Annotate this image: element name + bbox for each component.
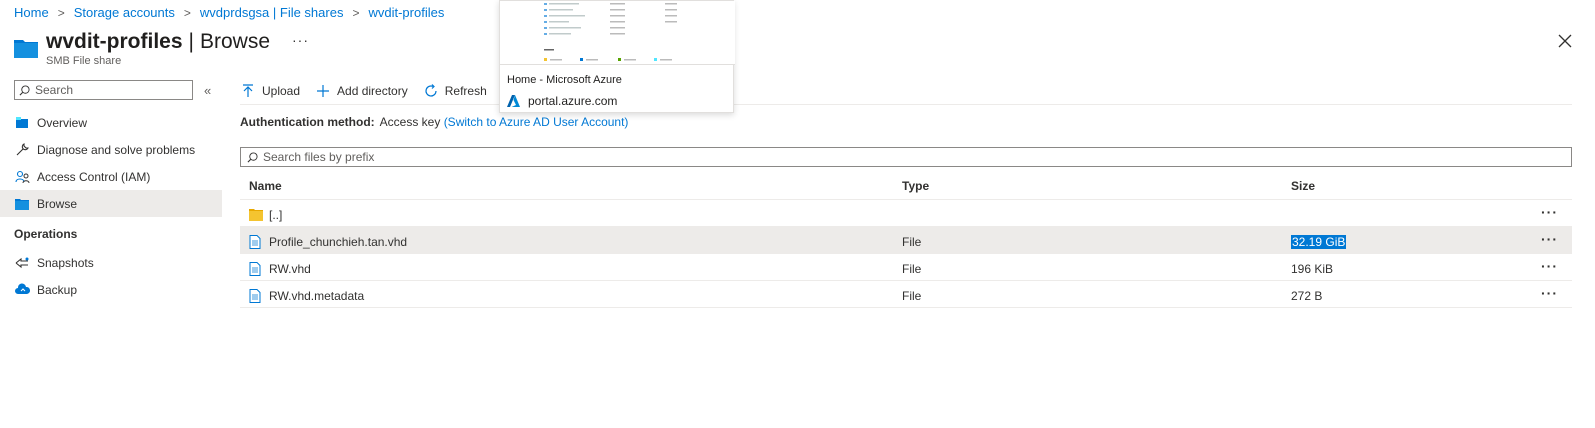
backup-cloud-icon: [14, 282, 30, 298]
popup-title: Home - Microsoft Azure: [507, 74, 622, 86]
breadcrumb: Home > Storage accounts > wvdprdsgsa | F…: [14, 5, 444, 20]
row-size: 272 B: [1291, 289, 1323, 303]
table-row[interactable]: [..] ···: [240, 200, 1572, 227]
row-name[interactable]: RW.vhd: [269, 262, 311, 276]
collapse-icon[interactable]: «: [204, 83, 211, 98]
sidebar-item-overview[interactable]: Overview: [0, 109, 222, 136]
folder-icon: [14, 196, 30, 212]
sidebar-search[interactable]: [14, 80, 193, 100]
add-directory-label: Add directory: [337, 84, 408, 98]
refresh-label: Refresh: [444, 84, 487, 98]
sidebar-search-input[interactable]: [35, 83, 185, 97]
more-options-icon[interactable]: ···: [1541, 231, 1558, 247]
row-name[interactable]: RW.vhd.metadata: [269, 289, 364, 303]
refresh-icon: [423, 83, 439, 99]
row-size: 196 KiB: [1291, 262, 1334, 276]
name-cell: RW.vhd: [249, 262, 311, 276]
sidebar-item-label: Overview: [37, 115, 88, 130]
page-subtitle: SMB File share: [46, 55, 122, 67]
name-cell: Profile_chunchieh.tan.vhd: [249, 235, 407, 249]
row-size-highlighted: 32.19 GiB: [1291, 235, 1347, 249]
row-name[interactable]: [..]: [269, 208, 282, 222]
sidebar-nav: Overview Diagnose and solve problems Acc…: [0, 109, 222, 303]
sidebar-item-label: Access Control (IAM): [37, 169, 151, 184]
sidebar-item-backup[interactable]: Backup: [0, 276, 222, 303]
page-thumbnail: [500, 1, 735, 65]
overview-icon: [14, 115, 30, 131]
row-type: File: [902, 235, 922, 249]
table-row[interactable]: RW.vhd.metadata File 272 B ···: [240, 281, 1572, 308]
refresh-button[interactable]: Refresh: [423, 83, 487, 99]
table-header: Name Type Size: [240, 170, 1572, 200]
name-cell: RW.vhd.metadata: [249, 289, 364, 303]
add-directory-button[interactable]: Add directory: [315, 83, 408, 99]
popup-url-row: portal.azure.com: [507, 94, 617, 108]
page-subtitle-right: Browse: [199, 30, 271, 53]
auth-method: Authentication method: Access key (Switch…: [240, 115, 628, 129]
close-icon[interactable]: [1557, 33, 1573, 49]
more-options-icon[interactable]: ···: [1541, 204, 1558, 220]
prefix-search[interactable]: [240, 147, 1572, 167]
popup-url: portal.azure.com: [528, 94, 618, 108]
folder-icon: [249, 208, 263, 222]
breadcrumb-storage-accounts[interactable]: Storage accounts: [74, 5, 175, 20]
table-row[interactable]: Profile_chunchieh.tan.vhd File 32.19 GiB…: [240, 227, 1572, 254]
more-options-icon[interactable]: ···: [292, 32, 309, 48]
chevron-right-icon: >: [57, 5, 65, 20]
file-icon: [249, 262, 263, 276]
name-cell: [..]: [249, 208, 282, 222]
row-type: File: [902, 289, 922, 303]
sidebar-section-operations: Operations: [14, 227, 78, 241]
snapshot-icon: [14, 255, 30, 271]
sidebar-item-browse[interactable]: Browse: [0, 190, 222, 217]
upload-button[interactable]: Upload: [240, 83, 300, 99]
breadcrumb-home[interactable]: Home: [14, 5, 49, 20]
search-icon: [247, 151, 258, 162]
column-header-type[interactable]: Type: [902, 179, 929, 193]
prefix-search-input[interactable]: [263, 150, 1543, 164]
page-header: wvdit-profiles | Browse ··· SMB File sha…: [14, 30, 309, 67]
title-separator: |: [188, 30, 194, 53]
sidebar-item-label: Diagnose and solve problems: [37, 142, 196, 157]
upload-label: Upload: [262, 84, 301, 98]
people-icon: [14, 169, 30, 185]
table-row[interactable]: RW.vhd File 196 KiB ···: [240, 254, 1572, 281]
tab-preview-popup[interactable]: Home - Microsoft Azure portal.azure.com: [499, 0, 735, 113]
sidebar-item-iam[interactable]: Access Control (IAM): [0, 163, 222, 190]
chevron-right-icon: >: [352, 5, 360, 20]
upload-icon: [240, 83, 256, 99]
azure-logo-icon: [507, 95, 520, 107]
more-options-icon[interactable]: ···: [1541, 285, 1558, 301]
file-icon: [249, 235, 263, 249]
sidebar-item-label: Backup: [37, 282, 78, 297]
page-title: wvdit-profiles: [46, 30, 183, 53]
files-table: Name Type Size [..] ··· Profile_chunchie…: [240, 170, 1572, 308]
sidebar-item-label: Browse: [37, 196, 78, 211]
auth-method-value: Access key: [379, 115, 441, 129]
file-icon: [249, 289, 263, 303]
sidebar-item-label: Snapshots: [37, 255, 94, 270]
file-share-icon: [14, 40, 38, 58]
wrench-icon: [14, 142, 30, 158]
breadcrumb-current[interactable]: wvdit-profiles: [368, 5, 444, 20]
sidebar-item-diagnose[interactable]: Diagnose and solve problems: [0, 136, 222, 163]
column-header-name[interactable]: Name: [249, 179, 282, 193]
row-name[interactable]: Profile_chunchieh.tan.vhd: [269, 235, 407, 249]
more-options-icon[interactable]: ···: [1541, 258, 1558, 274]
breadcrumb-file-shares[interactable]: wvdprdsgsa | File shares: [200, 5, 344, 20]
row-type: File: [902, 262, 922, 276]
chevron-right-icon: >: [183, 5, 191, 20]
plus-icon: [315, 83, 331, 99]
toolbar-divider: [240, 104, 1572, 105]
sidebar-item-snapshots[interactable]: Snapshots: [0, 249, 222, 276]
column-header-size[interactable]: Size: [1291, 179, 1315, 193]
search-icon: [19, 84, 30, 95]
switch-auth-link[interactable]: (Switch to Azure AD User Account): [444, 115, 629, 129]
auth-method-label: Authentication method:: [240, 115, 375, 129]
toolbar: Upload Add directory Refresh: [240, 78, 539, 104]
